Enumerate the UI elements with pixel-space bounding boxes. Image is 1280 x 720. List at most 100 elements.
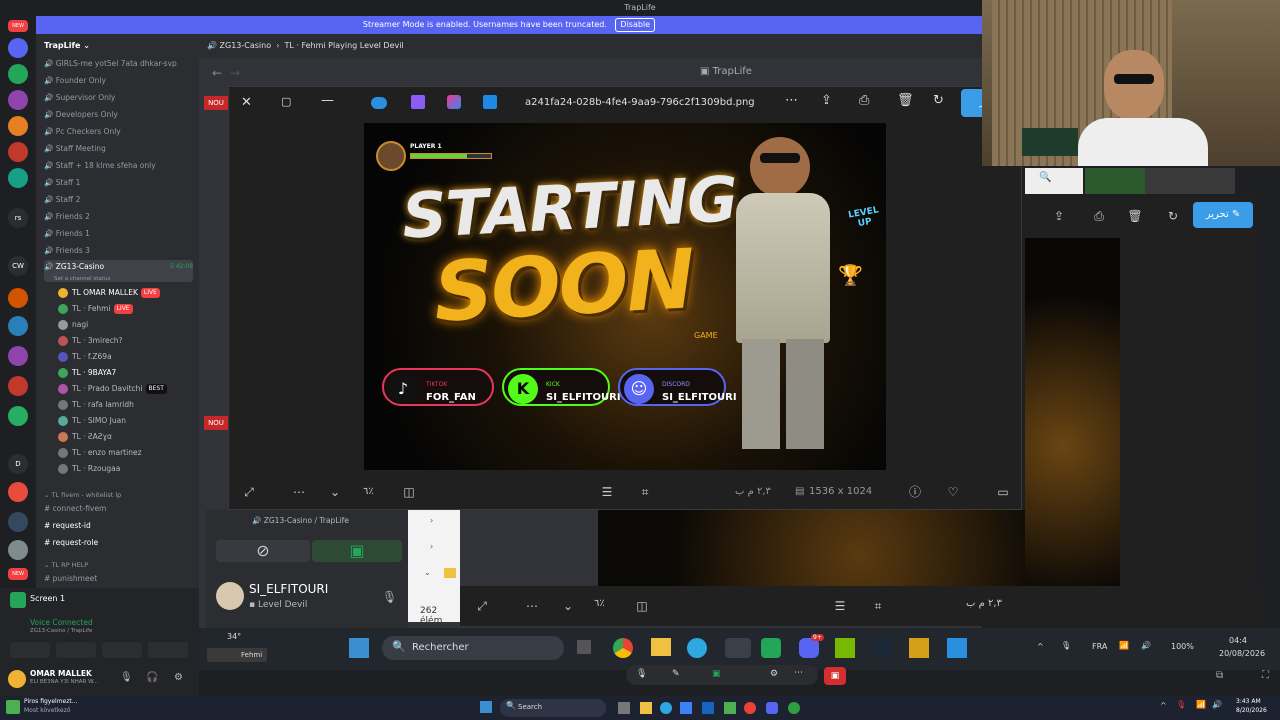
headphones-icon[interactable]: 🎧 (146, 672, 158, 683)
wifi-icon[interactable]: 📶 (1119, 641, 1129, 650)
gear-icon[interactable]: ⚙ (770, 669, 778, 679)
windows-start-icon[interactable] (349, 638, 369, 658)
chevron-down-icon[interactable]: ⌄ (558, 596, 578, 616)
server-icon-d[interactable]: D (8, 454, 28, 474)
voice-user[interactable]: TL · 9BAYA7 (58, 365, 193, 380)
app-icon[interactable] (788, 702, 800, 714)
server-icon[interactable] (8, 38, 28, 58)
steam-icon[interactable] (873, 638, 893, 658)
server-name[interactable]: TrapLife ⌄ (44, 38, 193, 54)
channel-item[interactable]: 🔊 Pc Checkers Only (44, 124, 193, 140)
disable-button[interactable]: Disable (615, 18, 656, 32)
task-view-icon[interactable] (577, 640, 591, 654)
mic-icon[interactable]: 🎙 (636, 669, 647, 679)
stream-button[interactable]: ▣ (312, 540, 402, 562)
chevron-right-icon[interactable]: › (430, 542, 433, 551)
channel-item[interactable]: 🔊 Developers Only (44, 107, 193, 123)
channel-item[interactable]: 🔊 GIRLS-me yot5el 7ata dhkar-svp (44, 56, 193, 72)
server-icon-new[interactable]: NEW (8, 20, 28, 32)
task-view-icon[interactable] (618, 702, 630, 714)
photos-icon[interactable] (947, 638, 967, 658)
channel-item[interactable]: 🔊 Friends 1 (44, 226, 193, 242)
rotate-icon[interactable]: ↻ (933, 93, 944, 108)
server-icon[interactable] (8, 142, 28, 162)
text-detect-icon[interactable]: ☰ (597, 482, 617, 502)
chevron-up-icon[interactable]: ^ (1037, 642, 1044, 651)
heart-icon[interactable]: ♡ (943, 482, 963, 502)
voice-user[interactable]: TL · f.Z69a (58, 349, 193, 364)
avatar[interactable] (8, 670, 26, 688)
crop-icon[interactable]: ⌗ (635, 482, 655, 502)
taskbar-search[interactable]: 🔍 Rechercher (382, 636, 564, 660)
server-icon-rs[interactable]: rs (8, 208, 28, 228)
language-indicator[interactable]: FRA (1092, 642, 1107, 651)
share-screen-button[interactable] (56, 642, 96, 658)
server-icon[interactable] (8, 316, 28, 336)
app-icon[interactable] (702, 702, 714, 714)
more-icon[interactable]: ⋯ (794, 668, 803, 678)
file-explorer-icon[interactable] (640, 702, 652, 714)
server-icon-cw[interactable]: CW (8, 256, 28, 276)
expand-icon[interactable]: ⤢ (239, 482, 259, 502)
channel-item[interactable]: 🔊 Friends 3 (44, 243, 193, 259)
chevron-up-icon[interactable]: ^ (1160, 701, 1167, 710)
clipchamp-icon[interactable] (411, 95, 425, 109)
more-icon[interactable]: ⋯ (522, 596, 542, 616)
text-channel[interactable]: # punishmeet (44, 571, 193, 587)
fullscreen-icon[interactable]: ⛶ (1262, 670, 1269, 681)
app-icon[interactable] (680, 702, 692, 714)
voice-user[interactable]: TL · Fehmi LIVE (58, 301, 193, 316)
search-box[interactable]: 🔍 (1025, 168, 1083, 194)
screenshot-icon[interactable]: ◫ (399, 482, 419, 502)
app-icon[interactable] (761, 638, 781, 658)
discord-icon[interactable] (799, 638, 819, 658)
camera-off-button[interactable]: ⊘ (216, 540, 310, 562)
editor-icon[interactable] (483, 95, 497, 109)
share-icon[interactable]: ▣ (712, 669, 721, 679)
server-icon[interactable] (8, 90, 28, 110)
server-icon[interactable] (8, 168, 28, 188)
app-icon[interactable] (909, 638, 929, 658)
fehmi-chip[interactable]: Fehmi (207, 648, 267, 662)
maximize-icon[interactable]: ▢ (281, 95, 291, 108)
text-channel[interactable]: # connect-fivem (44, 501, 193, 517)
delete-icon[interactable]: 🗑 (1125, 206, 1145, 226)
mic-icon[interactable]: 🎙 (382, 590, 397, 604)
mic-icon[interactable]: 🎙 (120, 672, 133, 683)
avatar[interactable] (216, 582, 244, 610)
text-channel[interactable]: # request-id (44, 518, 193, 534)
taskbar-search[interactable]: 🔍 Search (500, 699, 606, 717)
voice-channel-active[interactable]: 🔊 ZG13-Casino 5:42:09 Set a channel stat… (44, 260, 193, 282)
screenshot-icon[interactable]: ◫ (632, 596, 652, 616)
channel-item[interactable]: 🔊 Staff + 18 klme sfeha only (44, 158, 193, 174)
channel-item[interactable]: 🔊 Supervisor Only (44, 90, 193, 106)
voice-user[interactable]: TL · ƧAƧɣα (58, 429, 193, 444)
breadcrumb[interactable]: ZG13-Casino (220, 41, 272, 50)
print-icon[interactable]: ⎙ (1089, 206, 1109, 226)
delete-icon[interactable]: 🗑 (897, 93, 914, 108)
filmstrip-icon[interactable]: ▭ (993, 482, 1013, 502)
volume-icon[interactable]: 🔊 (1141, 641, 1151, 650)
server-icon[interactable] (8, 406, 28, 426)
channel-item[interactable]: 🔊 Staff Meeting (44, 141, 193, 157)
share-icon[interactable]: ⇪ (821, 93, 832, 108)
forward-arrow-icon[interactable]: → (230, 66, 240, 80)
discord-icon[interactable] (766, 702, 778, 714)
activities-button[interactable] (102, 642, 142, 658)
channel-item[interactable]: 🔊 Friends 2 (44, 209, 193, 225)
voice-user[interactable]: TL · enzo martinez (58, 445, 193, 460)
chrome-icon[interactable] (744, 702, 756, 714)
server-icon[interactable] (8, 288, 28, 308)
server-icon[interactable] (8, 64, 28, 84)
expand-icon[interactable]: ⤢ (472, 596, 492, 616)
channel-item[interactable]: 🔊 Founder Only (44, 73, 193, 89)
minimize-icon[interactable]: — (321, 93, 334, 108)
server-icon[interactable] (8, 540, 28, 560)
app-icon[interactable] (725, 638, 751, 658)
crop-icon[interactable]: ⌗ (868, 596, 888, 616)
voice-user[interactable]: nagi (58, 317, 193, 332)
server-icon-new-bottom[interactable]: NEW (8, 568, 28, 580)
server-icon[interactable] (8, 512, 28, 532)
channel-item[interactable]: 🔊 Staff 1 (44, 175, 193, 191)
more-icon[interactable]: ⋯ (785, 93, 798, 108)
